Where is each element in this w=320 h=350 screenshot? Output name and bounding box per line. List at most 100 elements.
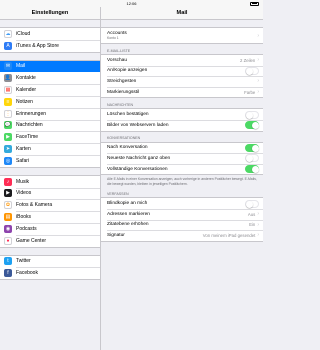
photos-icon: ✿ xyxy=(4,201,12,210)
sidebar-item-label: iTunes & App Store xyxy=(16,42,59,49)
sidebar-item-label: Musik xyxy=(16,178,30,185)
sidebar-item-fotos-kamera[interactable]: ✿ Fotos & Kamera xyxy=(0,199,100,211)
accounts-label: Accounts xyxy=(107,30,127,36)
setting-label: Adressen markieren xyxy=(107,211,150,217)
setting-value-wrap: Ein › xyxy=(249,222,259,228)
sidebar-item-notizen[interactable]: ≡ Notizen xyxy=(0,95,100,108)
mail-settings-panel: Mail Accounts Konto 1 › E-MAIL-LISTE Vor… xyxy=(101,7,263,350)
setting-row-zitatebene-erhöhen[interactable]: Zitatebene erhöhen Ein › xyxy=(101,219,263,231)
toggle-knob xyxy=(246,67,253,75)
sidebar-item-videos[interactable]: ▶ Videos xyxy=(0,187,100,200)
maps-icon: ➤ xyxy=(4,145,12,154)
setting-label: Bilder von Webservern laden xyxy=(107,122,169,128)
sidebar-item-kalender[interactable]: ▦ Kalender xyxy=(0,84,100,96)
toggle-switch[interactable] xyxy=(245,143,259,152)
sidebar-item-label: Safari xyxy=(16,157,30,164)
setting-row-löschen-bestätigen: Löschen bestätigen xyxy=(101,109,263,120)
sidebar-group: t Twitter f Facebook xyxy=(0,254,100,281)
sidebar-item-label: Kalender xyxy=(16,87,37,94)
facetime-icon: ▶ xyxy=(4,133,12,142)
sidebar-item-label: Erinnerungen xyxy=(16,110,47,117)
chevron-right-icon: › xyxy=(257,221,259,228)
sidebar-item-facetime[interactable]: ▶ FaceTime xyxy=(0,131,100,143)
conversations-footnote: Alle E-Mails in einer Konversation anzei… xyxy=(107,177,257,186)
setting-row-signatur[interactable]: Signatur Von meinem iPad gesendet › xyxy=(101,230,263,241)
calendar-icon: ▦ xyxy=(4,86,12,95)
setting-label: Vollständige Konversationen xyxy=(107,166,168,172)
sidebar-item-podcasts[interactable]: ◉ Podcasts xyxy=(0,222,100,235)
messages-icon: 💬 xyxy=(4,121,12,130)
twitter-icon: t xyxy=(4,257,12,266)
accounts-row[interactable]: Accounts Konto 1 › xyxy=(101,28,263,43)
contacts-icon: 👤 xyxy=(4,74,12,83)
setting-value: Aus xyxy=(247,211,256,217)
sidebar-item-label: Twitter xyxy=(16,258,31,265)
sidebar-item-twitter[interactable]: t Twitter xyxy=(0,256,100,268)
sidebar-item-nachrichten[interactable]: 💬 Nachrichten xyxy=(0,119,100,132)
sidebar-item-itunes-app-store[interactable]: AiTunes & App Store xyxy=(0,39,100,52)
sidebar-title: Einstellungen xyxy=(0,7,100,20)
sidebar-item-musik[interactable]: ♪ Musik xyxy=(0,176,100,188)
cloud-icon: ☁ xyxy=(4,29,12,38)
setting-value-wrap: 2 Zeilen › xyxy=(240,57,259,63)
sidebar-item-ibooks[interactable]: ▤ iBooks xyxy=(0,211,100,223)
toggle-switch[interactable] xyxy=(245,110,259,119)
sidebar-item-facebook[interactable]: f Facebook xyxy=(0,267,100,279)
videos-icon: ▶ xyxy=(4,189,12,198)
setting-label: An/Kopie anzeigen xyxy=(107,68,148,74)
compose-group: Blindkopie an mich Adressen markieren Aus ›… xyxy=(101,197,263,242)
status-bar: 12:06 xyxy=(0,0,263,7)
sidebar-item-label: Game Center xyxy=(16,237,47,244)
setting-row-nach-konversation: Nach Konversation xyxy=(101,142,263,154)
section-compose-title: VERFASSEN xyxy=(107,191,129,196)
setting-row-blindkopie-an-mich: Blindkopie an mich xyxy=(101,198,263,209)
toggle-switch[interactable] xyxy=(245,121,259,130)
sidebar-item-safari[interactable]: ◎ Safari xyxy=(0,154,100,167)
sidebar-item-kontakte[interactable]: 👤 Kontakte xyxy=(0,72,100,84)
setting-row-markierungsstil[interactable]: Markierungsstil Farbe › xyxy=(101,86,263,98)
game-center-icon: ● xyxy=(4,236,12,245)
sidebar-item-label: Fotos & Kamera xyxy=(16,202,53,209)
toggle-switch[interactable] xyxy=(245,199,259,208)
setting-label: Streichgesten xyxy=(107,78,137,84)
toggle-knob xyxy=(246,200,253,208)
setting-row-streichgesten[interactable]: Streichgesten › xyxy=(101,76,263,87)
status-time: 12:06 xyxy=(126,1,137,6)
section-email-list-title: E-MAIL-LISTE xyxy=(107,48,131,53)
sidebar-item-karten[interactable]: ➤ Karten xyxy=(0,143,100,155)
setting-row-adressen-markieren[interactable]: Adressen markieren Aus › xyxy=(101,208,263,220)
chevron-right-icon: › xyxy=(257,32,259,39)
music-icon: ♪ xyxy=(4,177,12,186)
sidebar-item-label: Kontakte xyxy=(16,75,36,82)
sidebar-item-icloud[interactable]: ☁ iCloud xyxy=(0,28,100,40)
notes-icon: ≡ xyxy=(4,97,12,106)
toggle-switch[interactable] xyxy=(245,165,259,174)
battery-icon xyxy=(250,1,259,6)
section-messages-title: NACHRICHTEN xyxy=(107,102,134,107)
toggle-switch[interactable] xyxy=(245,154,259,163)
setting-label: Signatur xyxy=(107,232,125,238)
setting-row-bilder-von-webservern-laden: Bilder von Webservern laden xyxy=(101,119,263,131)
accounts-sub: Konto 1 xyxy=(107,36,119,41)
chevron-right-icon: › xyxy=(257,78,259,85)
chevron-right-icon: › xyxy=(257,89,259,96)
toggle-knob xyxy=(252,166,259,174)
toggle-switch[interactable] xyxy=(245,66,259,75)
setting-value-wrap: Von meinem iPad gesendet › xyxy=(203,232,259,238)
sidebar-item-label: Nachrichten xyxy=(16,122,43,129)
sidebar-item-label: FaceTime xyxy=(16,134,39,141)
app-store-icon: A xyxy=(4,41,12,50)
sidebar-item-label: Karten xyxy=(16,146,31,153)
ibooks-icon: ▤ xyxy=(4,213,12,222)
safari-icon: ◎ xyxy=(4,156,12,165)
sidebar-item-mail[interactable]: ✉ Mail xyxy=(0,60,100,73)
sidebar-item-erinnerungen[interactable]: ⋮ Erinnerungen xyxy=(0,107,100,120)
sidebar-item-label: iBooks xyxy=(16,214,32,221)
conversations-group: Nach Konversation Neueste Nachricht ganz … xyxy=(101,141,263,176)
setting-row-vorschau[interactable]: Vorschau 2 Zeilen › xyxy=(101,55,263,66)
sidebar-item-label: iCloud xyxy=(16,30,31,37)
sidebar-item-game-center[interactable]: ● Game Center xyxy=(0,234,100,247)
